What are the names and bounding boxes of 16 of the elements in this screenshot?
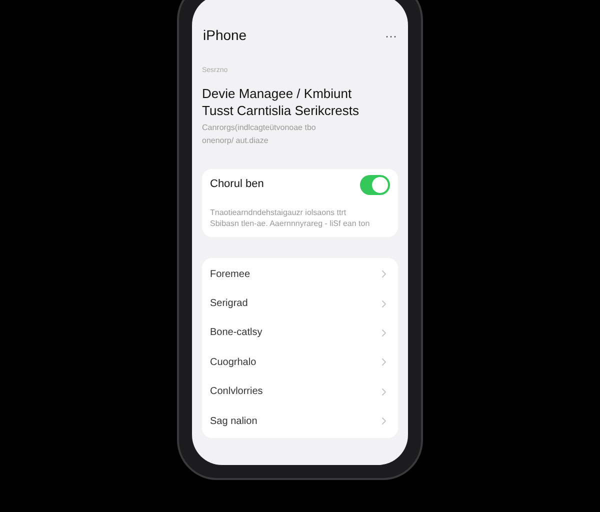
toggle-description: Sbibasn tlen-ae. Aaernnnyrareg - liSf ean ton [210,218,371,228]
menu-item[interactable]: Foremee [210,260,390,289]
page-caption: onenorp/ aut.diaze [202,134,270,146]
page-title: Tusst Carntislia Serikcrests [202,102,360,118]
toggle-switch[interactable] [360,174,390,194]
toggle-description: Tnaotiearndndehstaigauzr iolsaons ttrt [210,206,348,218]
page-title: Devie Managee / Kmbiunt [202,84,353,102]
header-title: iPhone [203,26,247,45]
page-caption: Canrorgs(indlcagteütvonoae tbo [202,122,317,134]
menu-item[interactable]: Conlvlorries [210,377,390,406]
menu-item[interactable]: Sag nalion [210,406,390,436]
menu-item[interactable]: Serigrad [210,288,390,318]
menu-item[interactable]: Cuogrhalo [210,348,390,378]
more-button[interactable]: ··· [385,30,397,42]
menu-item[interactable]: Bone-catlsy [210,318,390,348]
toggle-label: Chorul ben [210,177,264,192]
